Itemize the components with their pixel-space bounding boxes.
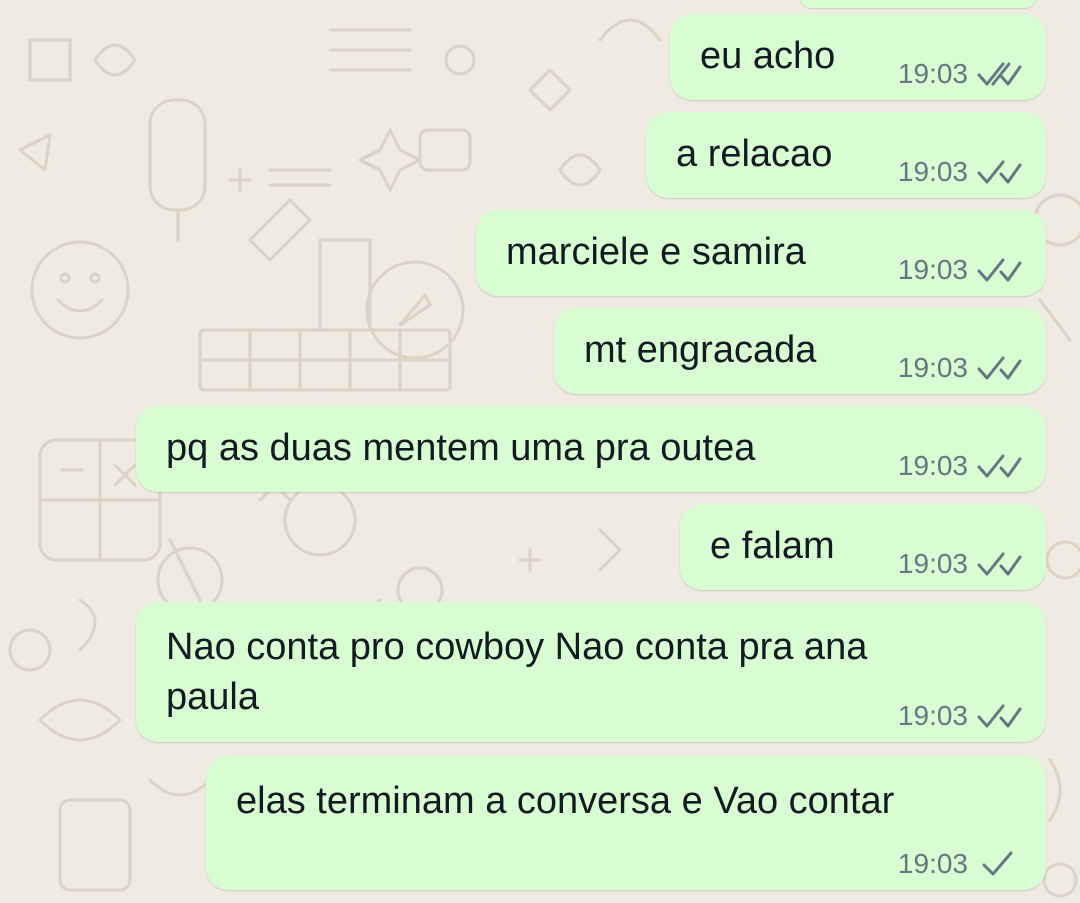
message-bubble[interactable]: e falam 19:03 xyxy=(680,504,1046,590)
message-meta: 19:03 xyxy=(898,156,1022,188)
double-check-icon xyxy=(977,704,1022,728)
message-time: 19:03 xyxy=(897,156,968,187)
message-time: 19:03 xyxy=(897,548,968,579)
message-text-line: paula xyxy=(166,676,259,718)
message-text: a relacao xyxy=(676,133,833,175)
message-time: 19:03 xyxy=(897,352,968,383)
message-bubble[interactable]: a relacao 19:03 xyxy=(646,112,1046,198)
message-text: e falam xyxy=(710,525,835,567)
message-bubble[interactable]: elas terminam a conversa e Vao contar 19… xyxy=(206,756,1046,890)
double-check-icon xyxy=(977,258,1022,282)
double-check-icon xyxy=(977,552,1022,576)
message-meta: 19:03 xyxy=(898,450,1022,482)
message-time: 19:03 xyxy=(897,848,968,879)
message-text: eu acho xyxy=(700,35,836,77)
message-meta: 19:03 xyxy=(898,548,1022,580)
message-time: 19:03 xyxy=(897,700,968,731)
message-text: elas terminam a conversa e Vao contar xyxy=(236,780,895,822)
single-check-icon xyxy=(982,851,1013,876)
message-bubble[interactable]: pq as duas mentem uma pra outea 19:03 xyxy=(136,406,1046,492)
message-text: Nao conta pro cowboy Nao conta pra ana p… xyxy=(166,622,867,722)
double-check-icon xyxy=(977,356,1022,380)
message-meta: 19:03 xyxy=(898,700,1022,732)
previous-message-bubble[interactable] xyxy=(800,0,1036,8)
message-text: mt engracada xyxy=(584,329,817,371)
double-check-icon xyxy=(977,160,1022,184)
message-meta: 19:03 xyxy=(898,848,1022,880)
double-check-icon xyxy=(977,454,1022,478)
message-time: 19:03 xyxy=(897,450,968,481)
message-meta: 19:03 xyxy=(898,58,1022,90)
message-meta: 19:03 xyxy=(898,352,1022,384)
message-list[interactable]: eu acho 19:03 a relacao 19:03 marciele e… xyxy=(0,0,1080,903)
message-bubble[interactable]: marciele e samira 19:03 xyxy=(476,210,1046,296)
message-bubble[interactable]: Nao conta pro cowboy Nao conta pra ana p… xyxy=(136,602,1046,742)
message-time: 19:03 xyxy=(897,58,968,89)
message-text: marciele e samira xyxy=(506,231,806,273)
message-time: 19:03 xyxy=(897,254,968,285)
message-meta: 19:03 xyxy=(898,254,1022,286)
message-bubble[interactable]: eu acho 19:03 xyxy=(670,14,1046,100)
message-text: pq as duas mentem uma pra outea xyxy=(166,427,756,469)
message-bubble[interactable]: mt engracada 19:03 xyxy=(554,308,1046,394)
message-text-line: Nao conta pro cowboy Nao conta pra ana xyxy=(166,626,868,668)
double-check-icon xyxy=(977,62,1022,86)
